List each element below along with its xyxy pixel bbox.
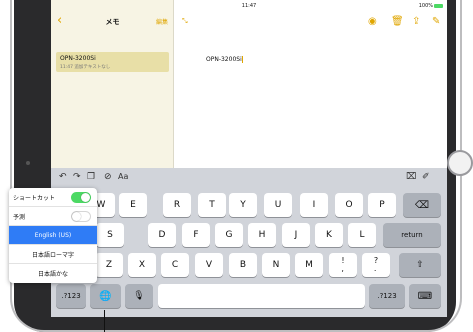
compose-icon[interactable]: ✎ xyxy=(432,16,440,27)
camera-icon[interactable]: ⌧ xyxy=(406,172,416,182)
predictive-toggle[interactable] xyxy=(71,211,91,222)
editor-text: OPN-3200Si xyxy=(206,56,242,63)
notes-nav-bar: ‹ メモ 編集 xyxy=(51,12,174,32)
keyboard-option-label: 日本語かな xyxy=(37,271,68,278)
keyboard-shortcut-bar: ↶ ↷ ❐ ⊘ Aa ⌧ ✐ xyxy=(51,168,447,188)
battery-icon xyxy=(434,3,443,8)
keyboard-option-english[interactable]: English (US) xyxy=(9,226,97,245)
numbers-key-left[interactable]: .?123 xyxy=(56,284,86,308)
shift-icon: ⇧ xyxy=(416,260,424,270)
predictive-label: 予測 xyxy=(13,213,26,221)
numbers-key-right[interactable]: .?123 xyxy=(369,284,405,308)
globe-icon: 🌐 xyxy=(99,290,112,302)
redo-icon[interactable]: ↷ xyxy=(73,172,81,182)
editor-toolbar: ⤡ ◉ 🗑 ⇪ ✎ xyxy=(174,12,447,34)
key-k[interactable]: K xyxy=(315,223,343,247)
key-s[interactable]: S xyxy=(96,223,124,247)
shift-key-right[interactable]: ⇧ xyxy=(399,253,441,277)
key-n[interactable]: N xyxy=(262,253,290,277)
key-r[interactable]: R xyxy=(163,193,191,217)
key-z[interactable]: Z xyxy=(95,253,123,277)
key-f[interactable]: F xyxy=(182,223,210,247)
shortcut-toggle[interactable] xyxy=(71,192,91,203)
keyboard: ↶ ↷ ❐ ⊘ Aa ⌧ ✐ Q W E R T Y U I O P ⌫ A S… xyxy=(51,168,447,317)
key-t[interactable]: T xyxy=(198,193,226,217)
key-h[interactable]: H xyxy=(248,223,276,247)
toggle-knob xyxy=(81,193,90,202)
keyboard-option-kana[interactable]: 日本語かな xyxy=(9,264,97,283)
note-editor[interactable]: OPN-3200Si xyxy=(206,56,243,63)
globe-key[interactable]: 🌐 xyxy=(90,284,121,308)
paste-icon[interactable]: ❐ xyxy=(87,172,95,182)
checklist-icon[interactable]: ⊘ xyxy=(104,172,112,182)
key-y[interactable]: Y xyxy=(229,193,257,217)
edit-button[interactable]: 編集 xyxy=(156,17,168,26)
key-v[interactable]: V xyxy=(195,253,223,277)
expand-icon[interactable]: ⤡ xyxy=(182,17,188,26)
toggle-knob xyxy=(72,212,81,221)
key-b[interactable]: B xyxy=(229,253,257,277)
key-l[interactable]: L xyxy=(348,223,376,247)
front-camera xyxy=(26,161,30,165)
key-i[interactable]: I xyxy=(300,193,328,217)
screen: iPad 11:47 100% ‹ メモ 編集 OPN-3200Si 11:47… xyxy=(51,0,447,317)
markup-icon[interactable]: ✐ xyxy=(422,172,430,182)
key-d[interactable]: D xyxy=(148,223,176,247)
notes-list-panel: ‹ メモ 編集 OPN-3200Si 11:47 追加テキストなし xyxy=(51,0,174,168)
key-o[interactable]: O xyxy=(335,193,363,217)
shortcut-row: ショートカット xyxy=(9,188,97,207)
battery-percent: 100% xyxy=(418,3,433,9)
annotation-pointer-line xyxy=(104,310,105,332)
key-e[interactable]: E xyxy=(119,193,147,217)
return-key[interactable]: return xyxy=(383,223,441,247)
microphone-icon: 🎙 xyxy=(133,291,145,301)
key-u[interactable]: U xyxy=(264,193,292,217)
shortcut-label: ショートカット xyxy=(13,194,56,202)
share-icon[interactable]: ⇪ xyxy=(412,16,420,27)
key-j[interactable]: J xyxy=(282,223,310,247)
key-exclaim-comma[interactable]: ! , xyxy=(329,253,357,277)
key-question-period[interactable]: ? . xyxy=(362,253,390,277)
keyboard-dismiss-icon: ⌨ xyxy=(417,290,433,302)
input-mode-popup: ショートカット 予測 English (US) 日本語ローマ字 日本語かな xyxy=(9,188,97,283)
key-c[interactable]: C xyxy=(161,253,189,277)
note-list-item[interactable]: OPN-3200Si 11:47 追加テキストなし xyxy=(56,52,169,72)
keyboard-option-label: 日本語ローマ字 xyxy=(31,251,74,259)
trash-icon[interactable]: 🗑 xyxy=(391,16,404,27)
backspace-key[interactable]: ⌫ xyxy=(403,193,441,217)
text-format-button[interactable]: Aa xyxy=(118,172,128,182)
keyboard-option-label: English (US) xyxy=(34,231,72,239)
text-cursor xyxy=(241,56,243,63)
key-g[interactable]: G xyxy=(215,223,243,247)
key-x[interactable]: X xyxy=(128,253,156,277)
key-m[interactable]: M xyxy=(295,253,323,277)
dictation-key[interactable]: 🎙 xyxy=(125,284,153,308)
keyboard-option-romaji[interactable]: 日本語ローマ字 xyxy=(9,245,97,264)
undo-icon[interactable]: ↶ xyxy=(59,172,67,182)
note-item-subtitle: 11:47 追加テキストなし xyxy=(60,65,111,70)
home-button[interactable] xyxy=(447,150,473,176)
backspace-icon: ⌫ xyxy=(414,199,430,211)
predictive-row: 予測 xyxy=(9,207,97,226)
space-key[interactable] xyxy=(158,284,365,308)
key-p[interactable]: P xyxy=(368,193,396,217)
add-people-icon[interactable]: ◉ xyxy=(368,16,377,27)
note-item-title: OPN-3200Si xyxy=(60,55,96,62)
hide-keyboard-key[interactable]: ⌨ xyxy=(409,284,441,308)
battery-status: 100% xyxy=(419,3,443,9)
